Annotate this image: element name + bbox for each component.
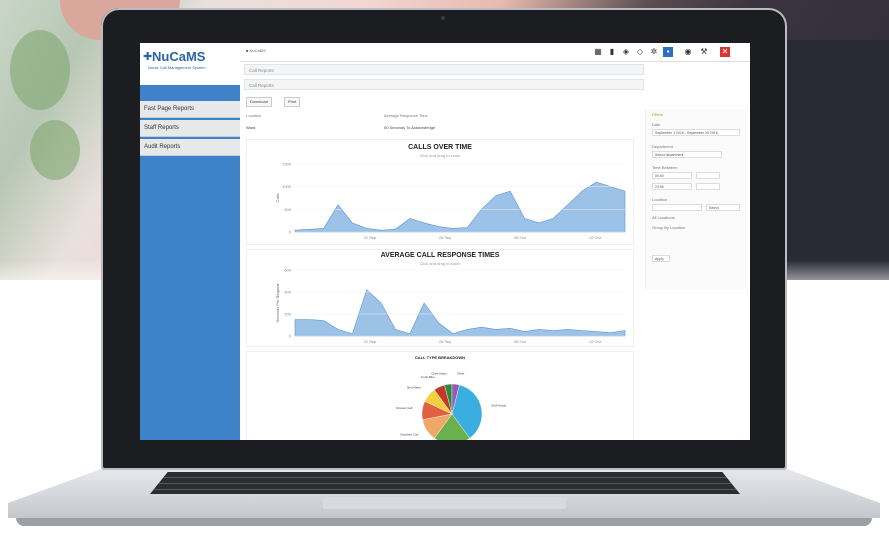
laptop-foot — [16, 518, 872, 526]
y-tick-label: 1000 — [282, 184, 292, 189]
y-tick-label: 0 — [289, 334, 292, 339]
calls-area-svg: 1500 1000 500 0 21 Sep 28 Sep 05 Oct 12 Oct Call… — [275, 162, 626, 240]
filter-title: Filters — [652, 112, 663, 117]
calls-over-time-chart: CALLS OVER TIME Click and drag to zoom 1… — [246, 139, 634, 245]
laptop-screen: ✚ NuCaMS Nurse Call Management System Fa… — [140, 43, 750, 440]
x-tick-label: 28 Sep — [439, 339, 452, 344]
all-locations-checkbox[interactable]: All Locations — [652, 215, 675, 220]
group-label: Group By Location — [652, 225, 686, 230]
print-button[interactable]: Print — [284, 97, 301, 107]
y-tick-label: 500 — [284, 207, 291, 212]
end-time-stepper[interactable] — [696, 183, 720, 190]
logo-text: NuCaMS — [152, 49, 206, 64]
x-tick-label: 05 Oct — [514, 339, 527, 344]
logo[interactable]: ✚ NuCaMS Nurse Call Management System — [140, 43, 240, 85]
tag-icon[interactable]: ◇ — [635, 47, 645, 57]
top-bar: ■ NuCaMS ▦ ▮ ◈ ◇ ✲ ▪ ◉ ⚒ ✕ — [240, 43, 750, 62]
location-input[interactable] — [652, 204, 702, 211]
logo-tagline: Nurse Call Management System — [148, 65, 206, 70]
y-axis-label: Seconds Per Request — [275, 283, 280, 323]
end-time-field[interactable]: 23:59 — [652, 183, 692, 190]
department-select[interactable]: Select department — [652, 151, 722, 158]
laptop-trackpad — [323, 497, 566, 509]
y-tick-label: 0 — [289, 230, 292, 235]
breadcrumb-primary: Call Reports — [244, 64, 644, 75]
x-tick-label: 28 Sep — [439, 235, 452, 240]
key-row — [150, 489, 740, 490]
response-area-svg: 600 400 200 0 21 Sep 28 Sep 05 Oct 12 Oct Second… — [275, 268, 626, 344]
close-icon[interactable]: ✕ — [720, 47, 730, 57]
pie-label: Standard Call — [400, 433, 419, 437]
sidebar-item-staff[interactable]: Staff Reports — [140, 120, 240, 137]
key-row — [150, 477, 740, 478]
sidebar-item-audit[interactable]: Audit Reports — [140, 139, 240, 156]
response-times-chart: AVERAGE CALL RESPONSE TIMES Click and dr… — [246, 249, 634, 347]
call-type-chart: CALL TYPE BREAKDOWN Staff AssistToilet C… — [246, 351, 634, 440]
apply-button[interactable]: Apply — [652, 255, 670, 262]
pie-label: Bed Alarm — [407, 386, 421, 390]
filter-panel: Filters Date September 1 2016 - Septembe… — [645, 109, 746, 289]
series-area — [294, 289, 626, 337]
window-title: ■ NuCaMS — [246, 48, 266, 53]
pie-label: Chair Alarm — [431, 371, 447, 375]
pie-label: Other — [457, 371, 465, 375]
average-value: 00 Seconds To Acknowledge — [384, 125, 436, 130]
y-tick-label: 400 — [284, 290, 291, 295]
cross-logo-icon: ✚ — [143, 51, 153, 63]
pie-svg: Staff AssistToilet CallStandard CallShow… — [396, 371, 506, 440]
camera-icon — [441, 16, 445, 20]
department-label: Department — [652, 144, 673, 149]
leaf-shape — [30, 120, 80, 180]
select-button[interactable]: Select — [706, 204, 740, 211]
breadcrumb-secondary: Call Reports — [244, 79, 644, 90]
y-tick-label: 200 — [284, 312, 291, 317]
y-axis-label: Calls — [275, 194, 280, 203]
pie-label: Shower Call — [396, 406, 413, 410]
laptop-keyboard — [150, 472, 740, 494]
date-label: Date — [652, 122, 661, 127]
series-area — [294, 181, 626, 233]
settings-icon[interactable]: ⚒ — [699, 47, 709, 57]
x-tick-label: 21 Sep — [364, 235, 377, 240]
location-value: Ward — [246, 125, 256, 130]
wifi-icon[interactable]: ◈ — [621, 47, 631, 57]
y-tick-label: 600 — [284, 268, 291, 273]
x-tick-label: 21 Sep — [364, 339, 377, 344]
grid-icon[interactable]: ▪ — [663, 47, 673, 57]
x-tick-label: 12 Oct — [589, 339, 602, 344]
leaf-shape — [10, 30, 70, 110]
y-tick-label: 1500 — [282, 162, 292, 167]
refresh-icon[interactable]: ◉ — [683, 47, 693, 57]
x-tick-label: 05 Oct — [514, 235, 527, 240]
gear-icon[interactable]: ✲ — [649, 47, 659, 57]
start-time-stepper[interactable] — [696, 172, 720, 179]
date-range-field[interactable]: September 1 2016 - September 30 2016 — [652, 129, 740, 136]
x-tick-label: 12 Oct — [589, 235, 602, 240]
pie-label: Staff Assist — [491, 404, 506, 408]
location-filter-label: Location — [652, 197, 668, 202]
average-label: Average Response Time — [384, 113, 428, 118]
calendar-icon[interactable]: ▦ — [593, 47, 603, 57]
key-row — [150, 483, 740, 484]
time-label: Time Between — [652, 165, 678, 170]
pie-label: Code Blue — [421, 375, 435, 379]
download-button[interactable]: Download — [246, 97, 272, 107]
shirt-shape — [780, 40, 889, 280]
location-label: Location — [246, 113, 262, 118]
start-time-field[interactable]: 00:00 — [652, 172, 692, 179]
sidebar-item-fast-page[interactable]: Fast Page Reports — [140, 101, 240, 118]
phone-icon[interactable]: ▮ — [607, 47, 617, 57]
